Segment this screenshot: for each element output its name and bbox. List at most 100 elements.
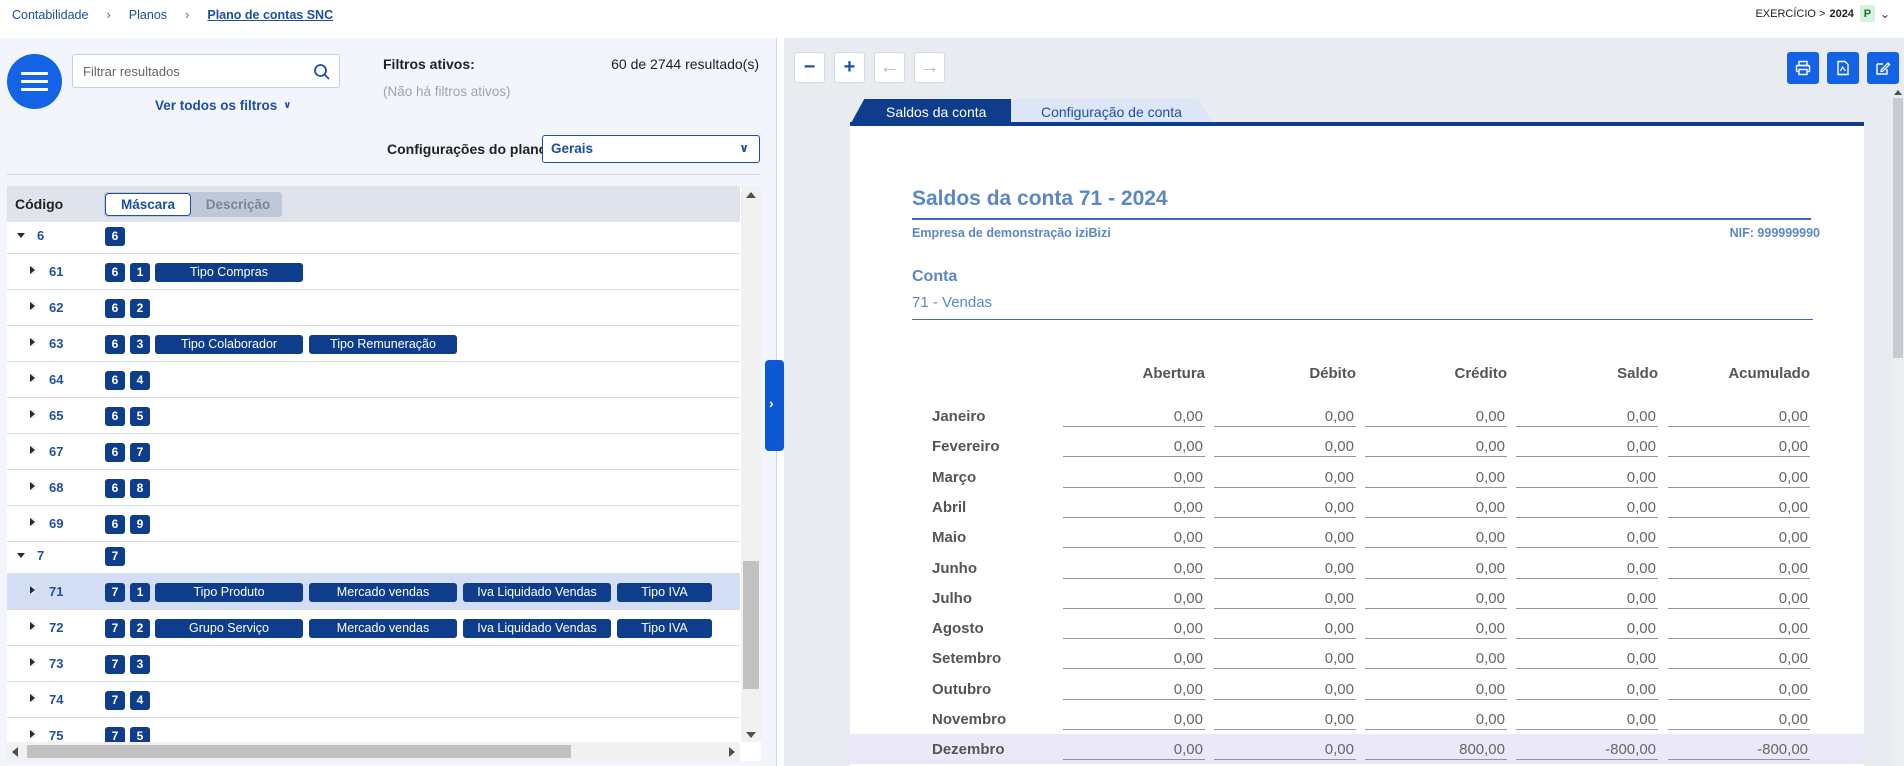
attribute-tag: Mercado vendas	[309, 583, 457, 602]
balance-cell: 0,00	[1214, 492, 1356, 518]
mask-segment: 4	[130, 371, 150, 390]
see-all-filters-link[interactable]: Ver todos os filtros ∨	[155, 98, 291, 113]
report-document: Saldos da conta 71 - 2024 Empresa de dem…	[850, 126, 1864, 766]
account-code[interactable]: 7	[37, 548, 44, 563]
mask-segment: 2	[130, 619, 150, 638]
grid-row[interactable]: 77	[7, 542, 740, 574]
balance-cell: 0,00	[1668, 522, 1810, 549]
scroll-down-icon[interactable]	[746, 732, 756, 738]
print-button[interactable]	[1787, 52, 1819, 84]
caret-right-icon[interactable]	[30, 622, 35, 630]
account-code[interactable]: 73	[49, 656, 63, 671]
attribute-tag: Tipo Colaborador	[155, 335, 303, 354]
mask-segment: 1	[130, 583, 150, 602]
breadcrumb-item-plano-snc[interactable]: Plano de contas SNC	[207, 8, 333, 22]
balance-cell: 0,00	[1063, 674, 1205, 700]
caret-right-icon[interactable]	[30, 338, 35, 346]
pdf-button[interactable]	[1827, 52, 1859, 84]
balance-row: Outubro 0,00 0,00 0,00 0,00 0,00	[850, 674, 1864, 704]
account-code[interactable]: 75	[49, 728, 63, 743]
account-code[interactable]: 71	[49, 584, 63, 599]
exercise-year: 2024	[1829, 7, 1854, 20]
vertical-scrollbar[interactable]	[1892, 90, 1904, 766]
search-icon[interactable]	[313, 63, 331, 81]
grid-row[interactable]: 61 6 1 Tipo Compras	[7, 254, 740, 290]
report-panel: − + ← → Saldos da conta Configuração de …	[784, 38, 1904, 766]
scroll-right-icon[interactable]	[729, 747, 735, 757]
previous-button[interactable]: ←	[874, 52, 905, 83]
mask-toggle-option[interactable]: Máscara	[106, 194, 190, 215]
account-code[interactable]: 64	[49, 372, 63, 387]
caret-down-icon[interactable]	[17, 553, 25, 558]
caret-right-icon[interactable]	[30, 482, 35, 490]
scroll-thumb[interactable]	[27, 745, 571, 758]
balance-row: Abril 0,00 0,00 0,00 0,00 0,00	[850, 492, 1864, 522]
divider	[7, 174, 760, 175]
account-code[interactable]: 61	[49, 264, 63, 279]
account-code[interactable]: 62	[49, 300, 63, 315]
menu-button[interactable]	[7, 54, 62, 109]
caret-right-icon[interactable]	[30, 694, 35, 702]
zoom-out-button[interactable]: −	[794, 52, 825, 83]
mask-segment: 7	[105, 655, 125, 674]
grid-row[interactable]: 65 6 5	[7, 398, 740, 434]
caret-right-icon[interactable]	[30, 586, 35, 594]
grid-row[interactable]: 69 6 9	[7, 506, 740, 542]
scroll-up-icon[interactable]	[746, 192, 756, 198]
grid-row[interactable]: 72 7 2 Grupo Serviço Mercado vendas Iva Liqui…	[7, 610, 740, 646]
scroll-left-icon[interactable]	[12, 747, 18, 757]
attribute-tag: Tipo Produto	[155, 583, 303, 602]
month-label: Abril	[932, 498, 967, 516]
caret-right-icon[interactable]	[30, 658, 35, 666]
grid-row[interactable]: 71 7 1 Tipo Produto Mercado vendas Iva Liquid…	[7, 574, 740, 610]
caret-right-icon[interactable]	[30, 266, 35, 274]
caret-right-icon[interactable]	[30, 302, 35, 310]
scroll-up-icon[interactable]	[1894, 90, 1902, 95]
scroll-thumb[interactable]	[1893, 98, 1903, 358]
mask-segment: 6	[105, 263, 125, 282]
attribute-tag: Iva Liquidado Vendas	[463, 583, 611, 602]
panel-toggle-button[interactable]: ›	[765, 360, 784, 451]
breadcrumb-item-contabilidade[interactable]: Contabilidade	[12, 8, 88, 22]
description-toggle-option[interactable]: Descrição	[196, 194, 280, 215]
next-button[interactable]: →	[914, 52, 945, 83]
account-code[interactable]: 68	[49, 480, 63, 495]
balance-cell: 0,00	[1516, 613, 1658, 640]
balance-cell: 800,00	[1365, 734, 1507, 761]
grid-row[interactable]: 74 7 4	[7, 682, 740, 718]
account-code[interactable]: 65	[49, 408, 63, 423]
plan-config-select[interactable]: Gerais ∨	[542, 135, 760, 163]
caret-down-icon[interactable]	[17, 233, 25, 238]
grid-row[interactable]: 62 6 2	[7, 290, 740, 326]
exercise-selector[interactable]: EXERCÍCIO > 2024 P ⌄	[1755, 5, 1890, 22]
grid-row[interactable]: 66	[7, 222, 740, 254]
caret-right-icon[interactable]	[30, 374, 35, 382]
balance-cell: 0,00	[1063, 583, 1205, 609]
horizontal-scrollbar[interactable]	[7, 742, 740, 761]
grid-row[interactable]: 67 6 7	[7, 434, 740, 470]
breadcrumb-item-planos[interactable]: Planos	[129, 8, 167, 22]
scroll-thumb[interactable]	[743, 561, 759, 689]
account-code[interactable]: 63	[49, 336, 63, 351]
account-code[interactable]: 69	[49, 516, 63, 531]
account-code[interactable]: 67	[49, 444, 63, 459]
caret-right-icon[interactable]	[30, 410, 35, 418]
account-code[interactable]: 74	[49, 692, 63, 707]
vertical-scrollbar[interactable]	[741, 186, 761, 742]
caret-right-icon[interactable]	[30, 446, 35, 454]
zoom-in-button[interactable]: +	[834, 52, 865, 83]
grid-row[interactable]: 73 7 3	[7, 646, 740, 682]
search-input[interactable]	[73, 55, 298, 87]
caret-right-icon[interactable]	[30, 730, 35, 738]
balance-row: Setembro 0,00 0,00 0,00 0,00 0,00	[850, 643, 1864, 673]
grid-row[interactable]: 63 6 3 Tipo Colaborador Tipo Remuneração	[7, 326, 740, 362]
grid-row[interactable]: 64 6 4	[7, 362, 740, 398]
chevron-down-icon[interactable]: ⌄	[1880, 7, 1890, 21]
account-code[interactable]: 6	[37, 228, 44, 243]
edit-button[interactable]	[1867, 52, 1899, 84]
mask-segment: 7	[105, 691, 125, 710]
account-code[interactable]: 72	[49, 620, 63, 635]
plus-icon: +	[843, 56, 856, 78]
grid-row[interactable]: 68 6 8	[7, 470, 740, 506]
caret-right-icon[interactable]	[30, 518, 35, 526]
